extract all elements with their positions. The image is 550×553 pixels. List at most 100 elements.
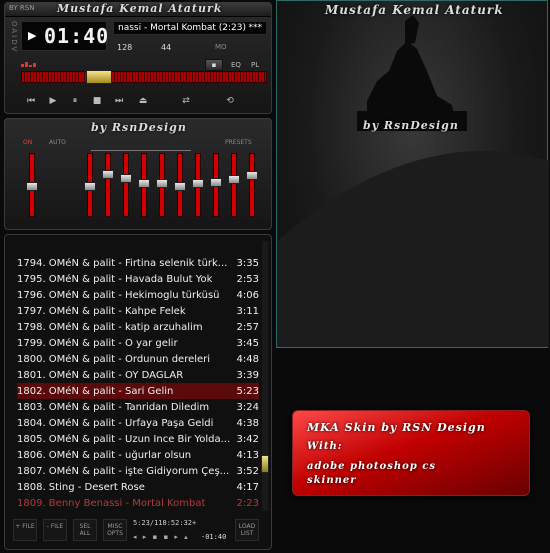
playlist-item[interactable]: 1796. OMéN & palit - Hekimoglu türküsü 4:… xyxy=(17,287,259,303)
eq-band-knob[interactable] xyxy=(210,178,222,187)
playlist-item[interactable]: 1794. OMéN & palit - Firtina selenik tür… xyxy=(17,255,259,271)
shuffle-button[interactable]: ⇄ xyxy=(175,95,197,107)
playlist-item[interactable]: 1803. OMéN & palit - Tanridan Diledim 3:2… xyxy=(17,399,259,415)
equalizer-window: by RsnDesign ON AUTO PRESETS xyxy=(4,118,272,230)
playlist-item-title: 1799. OMéN & palit - O yar gelir xyxy=(17,337,178,349)
eq-band-slider[interactable] xyxy=(138,153,150,217)
play-button[interactable]: ▶ xyxy=(45,95,61,107)
playlist-scrollbar[interactable] xyxy=(261,241,269,511)
playlist-item[interactable]: 1795. OMéN & palit - Havada Bulut Yok 2:5… xyxy=(17,271,259,287)
player-title: Mustafa Kemal Ataturk xyxy=(57,2,223,15)
load-list-button[interactable]: LOAD LIST xyxy=(235,519,259,541)
stop-button[interactable]: ■ xyxy=(89,95,105,107)
playlist-item-title: 1794. OMéN & palit - Firtina selenik tür… xyxy=(17,257,228,269)
playlist-item[interactable]: 1804. OMéN & palit - Urfaya Paşa Geldi 4:… xyxy=(17,415,259,431)
playlist-item-duration: 5:23 xyxy=(236,385,259,397)
playlist-item[interactable]: 1798. OMéN & palit - katip arzuhalim 2:57 xyxy=(17,319,259,335)
playlist-item-title: 1801. OMéN & palit - OY DAGLAR xyxy=(17,369,184,381)
playlist-item-title: 1803. OMéN & palit - Tanridan Diledim xyxy=(17,401,210,413)
equestrian-statue-image xyxy=(277,15,549,347)
eq-band-slider[interactable] xyxy=(156,153,168,217)
playlist-scroll-handle[interactable] xyxy=(261,455,269,473)
main-player-window: BY RSN Mustafa Kemal Ataturk OAIDV ▶ 01:… xyxy=(4,2,272,114)
eq-band-slider[interactable] xyxy=(246,153,258,217)
playlist-item-duration: 3:35 xyxy=(236,257,259,269)
eq-band-knob[interactable] xyxy=(102,170,114,179)
seek-handle[interactable] xyxy=(86,70,112,84)
eq-band-knob[interactable] xyxy=(84,182,96,191)
mini-transport[interactable]: ◂ ▸ ▪ ▪ ▸ ▴ xyxy=(133,533,190,541)
time-display[interactable]: ▶ 01:40 xyxy=(21,21,110,51)
repeat-button[interactable]: ⟲ xyxy=(219,95,241,107)
eq-band-knob[interactable] xyxy=(120,174,132,183)
playlist-item-title: 1804. OMéN & palit - Urfaya Paşa Geldi xyxy=(17,417,214,429)
eq-band-slider[interactable] xyxy=(192,153,204,217)
eq-band-slider[interactable] xyxy=(174,153,186,217)
add-file-button[interactable]: + FILE xyxy=(13,519,37,541)
playlist-item[interactable]: 1807. OMéN & palit - işte Gidiyorum Çeş.… xyxy=(17,463,259,479)
mono-toggle-button[interactable]: ▪ xyxy=(205,59,223,71)
track-title: nassi - Mortal Kombat (2:23) xyxy=(118,23,247,33)
next-button[interactable]: ⏭ xyxy=(111,95,127,107)
seek-bar[interactable] xyxy=(21,70,267,84)
preamp-slider[interactable] xyxy=(26,153,38,217)
eq-band-knob[interactable] xyxy=(156,179,168,188)
select-all-button[interactable]: SEL ALL xyxy=(73,519,97,541)
playlist-item-duration: 3:24 xyxy=(236,401,259,413)
eq-presets-label[interactable]: PRESETS xyxy=(225,139,252,146)
khz-value: 44 xyxy=(161,43,172,52)
eq-band-knob[interactable] xyxy=(174,182,186,191)
eq-auto-label[interactable]: AUTO xyxy=(49,139,66,146)
playlist-item-title: 1796. OMéN & palit - Hekimoglu türküsü xyxy=(17,289,220,301)
track-marquee[interactable]: nassi - Mortal Kombat (2:23) *** xyxy=(113,21,267,35)
playlist-item[interactable]: 1797. OMéN & palit - Kahpe Felek 3:11 xyxy=(17,303,259,319)
eq-curve xyxy=(91,141,191,151)
playlist-item-title: 1798. OMéN & palit - katip arzuhalim xyxy=(17,321,203,333)
eq-band-knob[interactable] xyxy=(26,182,38,191)
side-letters: OAIDV xyxy=(10,21,18,54)
playlist-time: -01:40 xyxy=(201,533,227,541)
playlist-item[interactable]: 1802. OMéN & palit - Sari Gelin 5:23 xyxy=(17,383,259,399)
playlist-item-duration: 2:53 xyxy=(236,273,259,285)
playlist-window: 1794. OMéN & palit - Firtina selenik tür… xyxy=(4,234,272,550)
playlist-item[interactable]: 1806. OMéN & palit - uğurlar olsun 4:13 xyxy=(17,447,259,463)
playlist-item[interactable]: 1805. OMéN & palit - Uzun Ince Bir Yolda… xyxy=(17,431,259,447)
eq-band-slider[interactable] xyxy=(228,153,240,217)
mini-brand: BY RSN xyxy=(9,4,35,12)
misc-options-button[interactable]: MISC OPTS xyxy=(103,519,127,541)
playlist-item[interactable]: 1801. OMéN & palit - OY DAGLAR 3:39 xyxy=(17,367,259,383)
remove-file-button[interactable]: - FILE xyxy=(43,519,67,541)
eq-band-slider[interactable] xyxy=(102,153,114,217)
eq-band-slider[interactable] xyxy=(210,153,222,217)
playlist-item-duration: 4:48 xyxy=(236,353,259,365)
spectrum-visualizer[interactable] xyxy=(21,55,107,67)
pause-button[interactable]: ⏸ xyxy=(67,95,83,107)
eq-toggle-button[interactable]: EQ xyxy=(231,61,241,69)
playlist-item[interactable]: 1799. OMéN & palit - O yar gelir 3:45 xyxy=(17,335,259,351)
playlist-item-duration: 4:38 xyxy=(236,417,259,429)
playlist-item[interactable]: 1808. Sting - Desert Rose 4:17 xyxy=(17,479,259,495)
playlist-item-duration: 4:17 xyxy=(236,481,259,493)
playlist-item[interactable]: 1809. Benny Benassi - Mortal Kombat 2:23 xyxy=(17,495,259,511)
eq-title: by RsnDesign xyxy=(91,121,187,134)
play-indicator-icon: ▶ xyxy=(28,29,37,42)
playlist-item-duration: 3:45 xyxy=(236,337,259,349)
previous-button[interactable]: ⏮ xyxy=(23,95,39,107)
eq-band-knob[interactable] xyxy=(138,179,150,188)
playlist-item-duration: 4:06 xyxy=(236,289,259,301)
eq-band-knob[interactable] xyxy=(192,179,204,188)
info-line-3: adobe photoshop cs xyxy=(307,461,436,472)
eq-band-slider[interactable] xyxy=(120,153,132,217)
pl-toggle-button[interactable]: PL xyxy=(251,61,259,69)
eq-on-label[interactable]: ON xyxy=(23,139,32,146)
eject-button[interactable]: ⏏ xyxy=(135,95,151,107)
eq-band-knob[interactable] xyxy=(246,171,258,180)
playlist-item-title: 1797. OMéN & palit - Kahpe Felek xyxy=(17,305,186,317)
eq-band-knob[interactable] xyxy=(228,175,240,184)
eq-band-slider[interactable] xyxy=(84,153,96,217)
player-titlebar[interactable]: BY RSN Mustafa Kemal Ataturk xyxy=(5,2,271,17)
time-readout: 01:40 xyxy=(44,24,110,48)
playlist-item[interactable]: 1800. OMéN & palit - Ordunun dereleri 4:4… xyxy=(17,351,259,367)
skin-info-box: MKA Skin by RSN Design With: adobe photo… xyxy=(292,410,530,496)
playlist-item-title: 1806. OMéN & palit - uğurlar olsun xyxy=(17,449,192,461)
